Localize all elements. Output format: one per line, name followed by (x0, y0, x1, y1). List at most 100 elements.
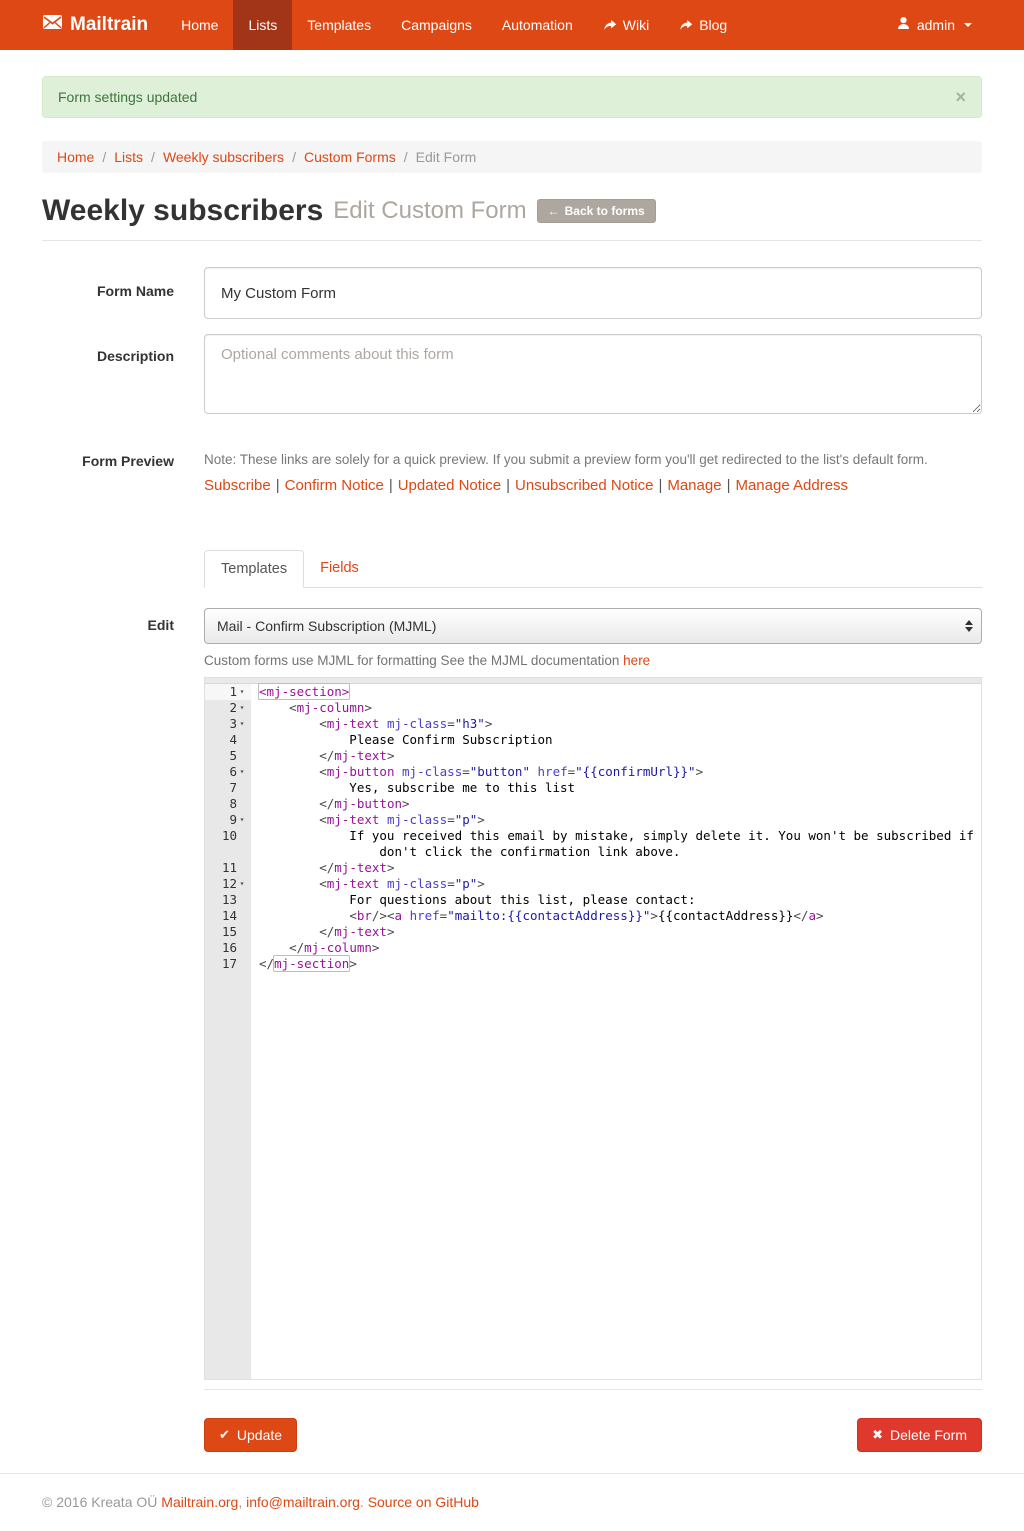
line-number: 8 (229, 796, 237, 812)
check-icon: ✔ (219, 1427, 230, 1443)
mjml-code-editor[interactable]: 1▾<mj-section>2▾ <mj-column>3▾ <mj-text … (204, 677, 982, 1380)
breadcrumb-link-weekly-subscribers[interactable]: Weekly subscribers (163, 149, 284, 165)
line-number: 4 (229, 732, 237, 748)
user-menu[interactable]: admin (886, 0, 982, 50)
code-line: 5 </mj-text> (205, 748, 981, 764)
nav-item-label: Campaigns (401, 17, 472, 33)
description-textarea[interactable] (204, 334, 982, 414)
top-navbar: Mailtrain Home Lists Templates Campaigns Aut… (0, 0, 1024, 50)
fold-arrow-icon[interactable]: ▾ (237, 716, 247, 732)
fold-arrow-icon[interactable]: ▾ (237, 764, 247, 780)
chevron-down-icon (964, 23, 972, 27)
code-line: 7 Yes, subscribe me to this list (205, 780, 981, 796)
nav-item-label: Lists (248, 17, 277, 33)
nav-item-label: Automation (502, 17, 573, 33)
edit-custom-form: Form Name Description Form Preview Note:… (42, 267, 982, 1452)
delete-form-button[interactable]: ✖ Delete Form (857, 1418, 982, 1452)
link-separator: | (501, 477, 515, 494)
close-icon[interactable]: × (955, 90, 966, 104)
line-number: 10 (222, 828, 237, 844)
preview-link-manage[interactable]: Manage (667, 477, 721, 494)
fold-arrow-icon[interactable]: ▾ (237, 684, 247, 700)
preview-link-confirm-notice[interactable]: Confirm Notice (285, 477, 384, 494)
line-number: 13 (222, 892, 237, 908)
line-number: 14 (222, 908, 237, 924)
nav-item-blog[interactable]: Blog (664, 0, 742, 50)
tab-bar: TemplatesFields (204, 550, 982, 588)
tab-fields[interactable]: Fields (304, 550, 375, 588)
alert-text: Form settings updated (58, 89, 197, 105)
footer-link-email[interactable]: info@mailtrain.org (246, 1494, 360, 1510)
footer-link-mailtrain[interactable]: Mailtrain.org (161, 1494, 238, 1510)
form-name-input[interactable] (204, 267, 982, 319)
code-line: 9▾ <mj-text mj-class="p"> (205, 812, 981, 828)
line-number: 17 (222, 956, 237, 972)
nav-item-automation[interactable]: Automation (487, 0, 588, 50)
page-title: Weekly subscribers (42, 194, 323, 228)
brand-label: Mailtrain (70, 14, 148, 36)
nav-item-label: Blog (699, 17, 727, 33)
nav-item-templates[interactable]: Templates (292, 0, 386, 50)
nav-item-label: Templates (307, 17, 371, 33)
code-line: don't click the confirmation link above. (205, 844, 981, 860)
code-line: 14 <br/><a href="mailto:{{contactAddress… (205, 908, 981, 924)
preview-note: Note: These links are solely for a quick… (204, 452, 982, 467)
code-line: 10 If you received this email by mistake… (205, 828, 981, 844)
link-separator: | (653, 477, 667, 494)
nav-item-label: Wiki (623, 17, 649, 33)
nav-item-campaigns[interactable]: Campaigns (386, 0, 487, 50)
link-separator: | (722, 477, 736, 494)
link-separator: | (271, 477, 285, 494)
line-number: 2 (229, 700, 237, 716)
envelope-icon (42, 14, 63, 36)
fold-arrow-icon[interactable]: ▾ (237, 700, 247, 716)
nav-item-home[interactable]: Home (166, 0, 233, 50)
code-line: 15 </mj-text> (205, 924, 981, 940)
form-name-label: Form Name (42, 267, 204, 319)
code-line: 17</mj-section> (205, 956, 981, 972)
nav-item-lists[interactable]: Lists (233, 0, 292, 50)
description-label: Description (42, 334, 204, 417)
form-preview-label: Form Preview (42, 444, 204, 494)
line-number: 5 (229, 748, 237, 764)
back-to-forms-button[interactable]: ← Back to forms (537, 199, 656, 223)
line-number: 7 (229, 780, 237, 796)
update-button[interactable]: ✔ Update (204, 1418, 297, 1452)
tab-templates[interactable]: Templates (204, 550, 304, 588)
breadcrumb-link-lists[interactable]: Lists (114, 149, 143, 165)
fold-arrow-icon[interactable]: ▾ (237, 876, 247, 892)
footer-link-github[interactable]: Source on GitHub (368, 1494, 479, 1510)
mjml-doc-link[interactable]: here (623, 653, 650, 668)
share-arrow-icon (603, 19, 617, 32)
line-number: 12 (222, 876, 237, 892)
code-line: 12▾ <mj-text mj-class="p"> (205, 876, 981, 892)
preview-link-subscribe[interactable]: Subscribe (204, 477, 271, 494)
edit-label: Edit (42, 608, 204, 1380)
link-separator: | (384, 477, 398, 494)
preview-link-unsubscribed-notice[interactable]: Unsubscribed Notice (515, 477, 653, 494)
mjml-help-text: Custom forms use MJML for formatting See… (204, 653, 982, 668)
line-number: 11 (222, 860, 237, 876)
fold-arrow-icon[interactable]: ▾ (237, 812, 247, 828)
code-line: 1▾<mj-section> (205, 684, 981, 700)
divider (204, 1389, 982, 1390)
preview-links: Subscribe|Confirm Notice|Updated Notice|… (204, 477, 982, 494)
share-arrow-icon (679, 19, 693, 32)
back-arrow-icon: ← (548, 204, 560, 218)
preview-link-manage-address[interactable]: Manage Address (735, 477, 848, 494)
line-number: 15 (222, 924, 237, 940)
preview-link-updated-notice[interactable]: Updated Notice (398, 477, 501, 494)
code-line: 8 </mj-button> (205, 796, 981, 812)
breadcrumb-link-custom-forms[interactable]: Custom Forms (304, 149, 396, 165)
back-to-forms-label: Back to forms (565, 204, 645, 218)
nav-item-wiki[interactable]: Wiki (588, 0, 664, 50)
breadcrumb-current: Edit Form (416, 149, 477, 165)
copyright-text: © 2016 Kreata OÜ (42, 1494, 161, 1510)
brand[interactable]: Mailtrain (42, 0, 166, 50)
line-number: 9 (229, 812, 237, 828)
page-header: Weekly subscribers Edit Custom Form ← Ba… (42, 194, 982, 241)
breadcrumb-link-home[interactable]: Home (57, 149, 94, 165)
line-number: 1 (229, 684, 237, 700)
template-select[interactable]: Mail - Confirm Subscription (MJML) (204, 608, 982, 644)
code-line: 13 For questions about this list, please… (205, 892, 981, 908)
